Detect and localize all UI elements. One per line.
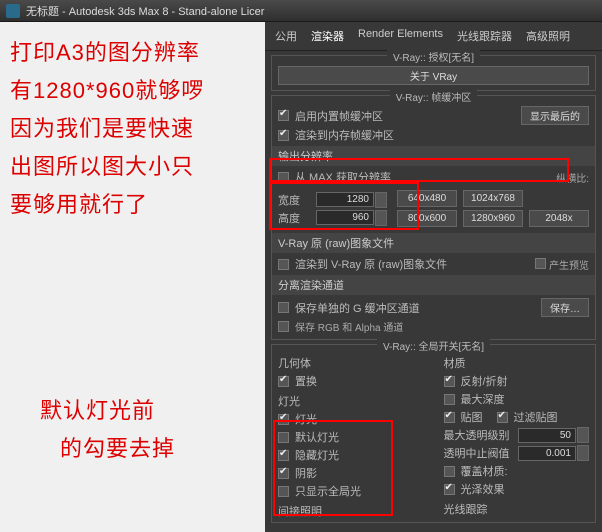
checkbox-save-g[interactable]	[278, 302, 289, 313]
transpcut-input[interactable]	[518, 446, 576, 461]
spinner-arrows[interactable]	[577, 427, 589, 443]
tab-raytracer[interactable]: 光线跟踪器	[457, 28, 512, 44]
label: 从 MAX 获取分辨率	[295, 169, 391, 185]
section-global: V-Ray:: 全局开关[无名] 几何体 置换 灯光 灯光 默认灯光 隐藏灯光 …	[271, 344, 596, 523]
preset-1280x960[interactable]: 1280x960	[463, 210, 523, 227]
save-button[interactable]: 保存…	[541, 298, 589, 317]
app-icon	[6, 4, 20, 18]
preset-640x480[interactable]: 640x480	[397, 190, 457, 207]
label: 保存单独的 G 缓冲区通道	[295, 300, 420, 316]
aspect-label: 纵横比:	[556, 170, 589, 185]
geom-head: 几何体	[278, 355, 424, 371]
tab-adv-lighting[interactable]: 高级照明	[526, 28, 570, 44]
checkbox-show-gi[interactable]	[278, 486, 289, 497]
preset-1024x768[interactable]: 1024x768	[463, 190, 523, 207]
section-title: V-Ray:: 授权[无名]	[387, 49, 480, 64]
about-vray-button[interactable]: 关于 VRay	[278, 66, 589, 85]
checkbox-reflref[interactable]	[444, 376, 455, 387]
checkbox-from-max[interactable]	[278, 172, 289, 183]
checkbox-render-raw[interactable]	[278, 259, 289, 270]
checkbox-maxdepth[interactable]	[444, 394, 455, 405]
checkbox-gen-preview[interactable]	[535, 258, 546, 269]
checkbox-save-rgb[interactable]	[278, 321, 289, 332]
section-title: V-Ray:: 全局开关[无名]	[377, 338, 490, 353]
subhead-raw: V-Ray 原 (raw)图象文件	[272, 233, 595, 253]
render-panel: 公用 渲染器 Render Elements 光线跟踪器 高级照明 V-Ray:…	[265, 22, 602, 532]
subhead-resolution: 输出分辨率	[272, 146, 595, 166]
left-panel: 打印A3的图分辨率 有1280*960就够啰 因为我们是要快速 出图所以图大小只…	[0, 22, 265, 532]
app-title: 无标题 - Autodesk 3ds Max 8 - Stand-alone L…	[26, 3, 264, 19]
tab-common[interactable]: 公用	[275, 28, 297, 44]
width-label: 宽度	[278, 192, 310, 208]
section-title: V-Ray:: 帧缓冲区	[390, 89, 478, 104]
checkbox-render-mem[interactable]	[278, 130, 289, 141]
checkbox-filter[interactable]	[497, 412, 508, 423]
spinner-arrows[interactable]	[375, 192, 387, 208]
checkbox-maps[interactable]	[444, 412, 455, 423]
height-input[interactable]	[316, 210, 374, 225]
raytrace-head: 光线跟踪	[444, 501, 590, 517]
checkbox-default-light[interactable]	[278, 432, 289, 443]
label: 启用内置帧缓冲区	[295, 108, 383, 124]
height-label: 高度	[278, 210, 310, 226]
width-input[interactable]	[316, 192, 374, 207]
note-line: 因为我们是要快速	[10, 110, 204, 148]
indirect-head: 间接照明	[278, 503, 424, 519]
app-titlebar: 无标题 - Autodesk 3ds Max 8 - Stand-alone L…	[0, 0, 602, 22]
checkbox-gloss[interactable]	[444, 484, 455, 495]
preset-800x600[interactable]: 800x600	[397, 210, 457, 227]
checkbox-hidden-light[interactable]	[278, 450, 289, 461]
section-auth: V-Ray:: 授权[无名] 关于 VRay	[271, 55, 596, 91]
note-line: 默认灯光前	[40, 392, 175, 430]
label: 渲染到 V-Ray 原 (raw)图象文件	[295, 256, 447, 272]
label: 渲染到内存帧缓冲区	[295, 127, 394, 143]
note-line: 的勾要去掉	[60, 430, 175, 468]
checkbox-shadow[interactable]	[278, 468, 289, 479]
spinner-arrows[interactable]	[375, 210, 387, 226]
note-line: 有1280*960就够啰	[10, 72, 204, 110]
preset-2048[interactable]: 2048x	[529, 210, 589, 227]
section-framebuffer: V-Ray:: 帧缓冲区 启用内置帧缓冲区 显示最后的 渲染到内存帧缓冲区 输出…	[271, 95, 596, 340]
checkbox-override[interactable]	[444, 466, 455, 477]
tab-renderer[interactable]: 渲染器	[311, 28, 344, 44]
show-last-button[interactable]: 显示最后的	[521, 106, 589, 125]
note-line: 出图所以图大小只	[10, 148, 204, 186]
subhead-split: 分离渲染通道	[272, 275, 595, 295]
label: 保存 RGB 和 Alpha 通道	[295, 319, 403, 334]
checkbox-enable-fb[interactable]	[278, 110, 289, 121]
checkbox-displace[interactable]	[278, 376, 289, 387]
checkbox-light[interactable]	[278, 414, 289, 425]
tab-render-elements[interactable]: Render Elements	[358, 28, 443, 44]
note-line: 要够用就行了	[10, 186, 204, 224]
mat-head: 材质	[444, 355, 590, 371]
spinner-arrows[interactable]	[577, 445, 589, 461]
note-line: 打印A3的图分辨率	[10, 34, 204, 72]
tab-bar: 公用 渲染器 Render Elements 光线跟踪器 高级照明	[265, 22, 602, 51]
maxtransp-input[interactable]	[518, 428, 576, 443]
light-head: 灯光	[278, 393, 424, 409]
